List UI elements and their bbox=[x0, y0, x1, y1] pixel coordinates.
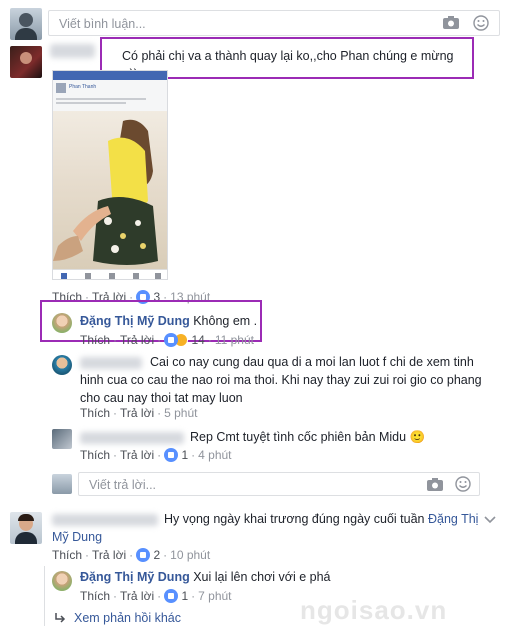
like-count[interactable]: 2 bbox=[153, 548, 160, 562]
emoji-icon[interactable] bbox=[455, 476, 471, 492]
commenter-avatar[interactable] bbox=[10, 46, 42, 78]
commenter-avatar[interactable] bbox=[10, 512, 42, 544]
reply-author-name[interactable] bbox=[80, 432, 184, 444]
emoji-icon[interactable] bbox=[473, 15, 489, 31]
timestamp[interactable]: 4 phút bbox=[198, 448, 231, 462]
reply-actions: Thích · Trả lời · 1 · 4 phút bbox=[80, 448, 232, 462]
phone-post-author: Phan Thanh bbox=[69, 84, 97, 90]
view-more-replies-link[interactable]: Xem phản hồi khác bbox=[74, 611, 181, 625]
reply-text: Không em . bbox=[193, 314, 258, 328]
like-reaction-icon[interactable] bbox=[164, 448, 179, 462]
reply-author-name[interactable] bbox=[80, 357, 142, 369]
like-link[interactable]: Thích bbox=[52, 548, 82, 562]
chevron-down-icon[interactable] bbox=[484, 516, 496, 524]
mention-link[interactable]: Mỹ Dung bbox=[52, 530, 102, 544]
reply-link[interactable]: Trả lời bbox=[120, 333, 154, 347]
reply-author-avatar[interactable] bbox=[52, 429, 72, 449]
like-link[interactable]: Thích bbox=[80, 406, 110, 420]
comment-text: Hy vọng ngày khai trương đúng ngày cuối … bbox=[164, 512, 425, 526]
reply-author-name[interactable]: Đặng Thị Mỹ Dung bbox=[80, 570, 190, 584]
commenter-name[interactable] bbox=[50, 44, 95, 58]
like-count[interactable]: 1 bbox=[181, 448, 188, 462]
like-count[interactable]: 1 bbox=[181, 589, 188, 603]
watermark: ngoisao.vn bbox=[300, 595, 448, 625]
reply-text: Rep Cmt tuyệt tình cốc phiên bản Midu 🙂 bbox=[190, 430, 426, 444]
like-reaction-icon[interactable] bbox=[164, 589, 179, 603]
camera-icon[interactable] bbox=[443, 16, 459, 29]
reply-author-avatar[interactable] bbox=[52, 313, 72, 333]
reply-link[interactable]: Trả lời bbox=[120, 589, 154, 603]
like-link[interactable]: Thích bbox=[80, 589, 110, 603]
reply-author-avatar[interactable] bbox=[52, 571, 72, 591]
like-link[interactable]: Thích bbox=[80, 333, 110, 347]
mention-link[interactable]: Đặng Thị bbox=[428, 512, 479, 526]
like-count[interactable]: 14 bbox=[191, 333, 204, 347]
like-link[interactable]: Thích bbox=[80, 448, 110, 462]
timestamp[interactable]: 7 phút bbox=[198, 589, 231, 603]
comment-line: Hy vọng ngày khai trương đúng ngày cuối … bbox=[164, 512, 478, 526]
reply-actions: Thích · Trả lời · 1 · 7 phút bbox=[80, 589, 232, 603]
current-user-avatar bbox=[10, 8, 42, 40]
like-reaction-icon[interactable] bbox=[164, 333, 179, 347]
comment-actions: Thích · Trả lời · 2 · 10 phút bbox=[52, 548, 211, 562]
reply-author-name[interactable]: Đặng Thị Mỹ Dung bbox=[80, 314, 190, 328]
timestamp[interactable]: 5 phút bbox=[164, 406, 197, 420]
reply-line: Đặng Thị Mỹ Dung Không em . bbox=[80, 314, 257, 328]
thread-line bbox=[44, 566, 45, 626]
reply-input-placeholder: Viết trả lời... bbox=[89, 478, 157, 492]
couple-photo bbox=[53, 119, 158, 265]
comment-input[interactable]: Viết bình luận... bbox=[48, 10, 500, 36]
reply-line: Đặng Thị Mỹ Dung Xui lại lên chơi với e … bbox=[80, 570, 331, 584]
comment-text: Có phải chị va a thành quay lại ko,,cho … bbox=[122, 49, 454, 81]
camera-icon[interactable] bbox=[427, 478, 443, 491]
reply-input[interactable]: Viết trả lời... bbox=[78, 472, 480, 496]
reply-arrow-icon bbox=[55, 613, 66, 623]
commenter-name[interactable] bbox=[52, 514, 158, 526]
timestamp[interactable]: 11 phút bbox=[215, 333, 254, 347]
reply-actions: Thích · Trả lời · 5 phút bbox=[80, 406, 198, 420]
attached-photo[interactable]: Phan Thanh bbox=[52, 70, 168, 280]
current-user-avatar bbox=[52, 474, 72, 494]
reply-text: Xui lại lên chơi với e phá bbox=[193, 570, 331, 584]
like-reaction-icon[interactable] bbox=[136, 548, 151, 562]
reply-actions: Thích · Trả lời · 14 · 11 phút bbox=[80, 333, 254, 347]
reply-author-avatar[interactable] bbox=[52, 355, 72, 375]
reply-link[interactable]: Trả lời bbox=[120, 448, 154, 462]
reply-link[interactable]: Trả lời bbox=[92, 548, 126, 562]
timestamp[interactable]: 10 phút bbox=[170, 548, 210, 562]
comment-input-placeholder: Viết bình luận... bbox=[59, 17, 146, 31]
reply-link[interactable]: Trả lời bbox=[120, 406, 154, 420]
